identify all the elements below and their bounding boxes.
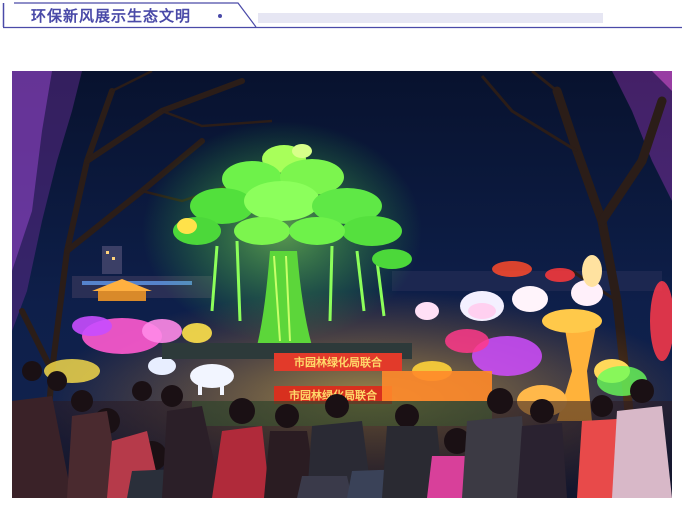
header-bullet-icon — [218, 14, 222, 18]
lantern-festival-photo: 市园林绿化局联合 市园林绿化局联合 — [12, 71, 672, 498]
section-header: 环保新风展示生态文明 — [0, 0, 682, 40]
banner-top-text: 市园林绿化局联合 — [294, 355, 383, 369]
photo-illustration: 市园林绿化局联合 市园林绿化局联合 — [12, 71, 672, 498]
header-title: 环保新风展示生态文明 — [31, 7, 192, 25]
